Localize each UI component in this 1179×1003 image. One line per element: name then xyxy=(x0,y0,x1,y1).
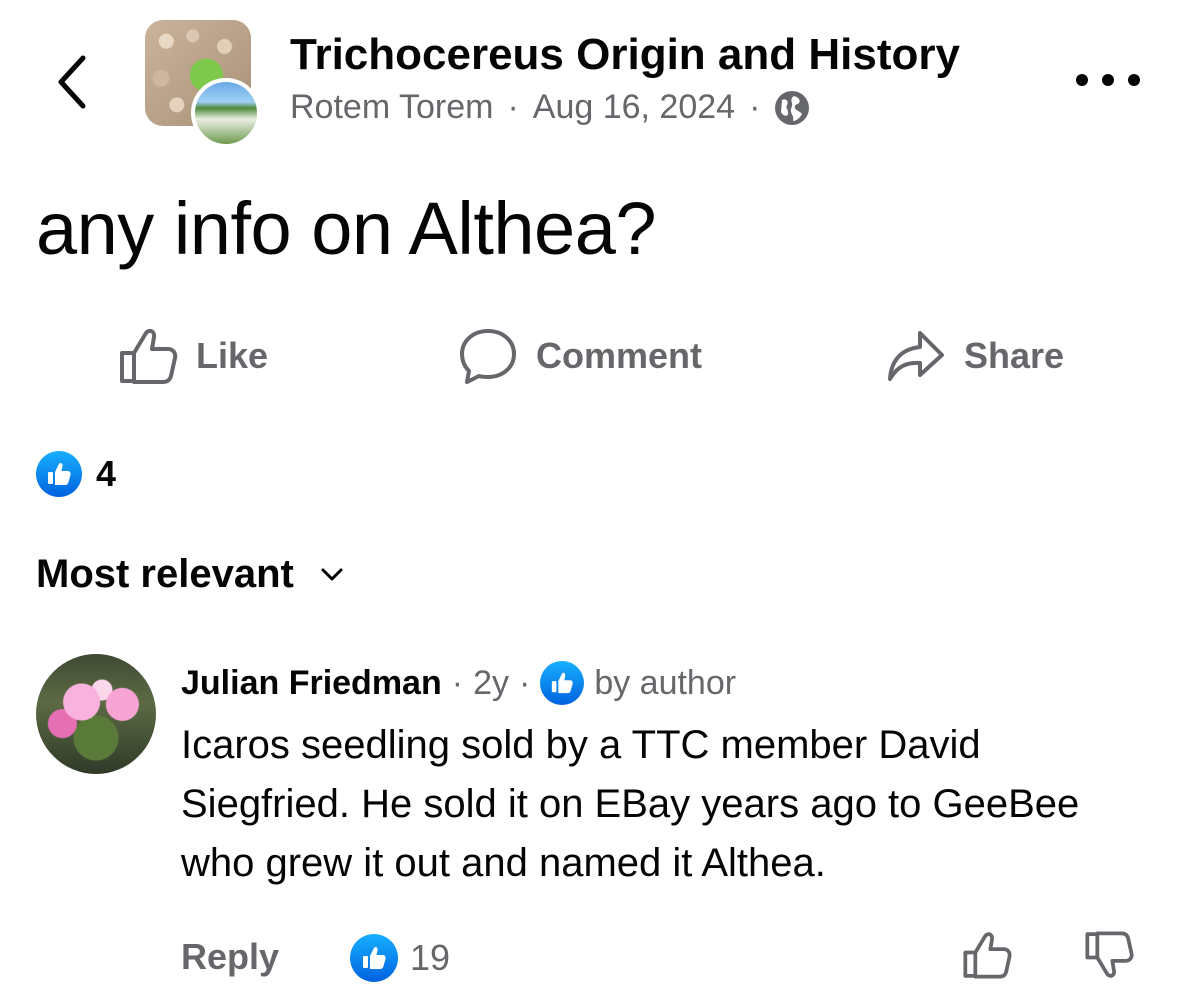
meta-separator: · xyxy=(507,88,519,126)
by-author-label: by author xyxy=(594,663,737,702)
post-author[interactable]: Rotem Torem xyxy=(290,88,493,127)
meta-separator: · xyxy=(749,88,761,126)
reaction-count: 4 xyxy=(96,453,117,494)
more-dot xyxy=(1076,74,1088,86)
post-meta: Rotem Torem · Aug 16, 2024 · xyxy=(290,88,810,127)
author-avatar[interactable] xyxy=(191,78,261,148)
comment-separator: · xyxy=(451,663,464,702)
share-arrow-icon xyxy=(888,331,944,381)
comment-header: Julian Friedman · 2y · by author xyxy=(181,661,736,705)
comment-time[interactable]: 2y xyxy=(473,664,509,703)
comment-dislike-button[interactable] xyxy=(1084,930,1134,985)
share-button[interactable]: Share xyxy=(886,326,1064,386)
share-label: Share xyxy=(964,335,1065,376)
more-options-button[interactable] xyxy=(1076,62,1140,98)
like-reaction-icon xyxy=(540,661,585,705)
thumbs-up-icon xyxy=(963,932,1012,979)
chevron-down-icon xyxy=(321,568,343,580)
chevron-left-icon xyxy=(58,55,86,109)
reply-button[interactable]: Reply xyxy=(181,936,279,978)
group-name[interactable]: Trichocereus Origin and History xyxy=(290,30,960,80)
like-reaction-icon xyxy=(350,934,398,982)
more-dot xyxy=(1102,74,1114,86)
commenter-avatar[interactable] xyxy=(36,654,156,774)
comment-sort-dropdown[interactable]: Most relevant xyxy=(36,552,344,597)
comment-author[interactable]: Julian Friedman xyxy=(181,664,442,703)
comment-bubble-icon xyxy=(460,329,516,384)
like-label: Like xyxy=(196,335,269,376)
like-reaction-icon xyxy=(36,451,82,497)
reaction-summary[interactable]: 4 xyxy=(36,451,116,497)
comment-reaction-summary[interactable]: 19 xyxy=(350,934,450,982)
back-button[interactable] xyxy=(50,50,94,114)
group-avatar[interactable] xyxy=(145,20,261,148)
sort-label: Most relevant xyxy=(36,552,294,596)
liked-by-author: by author xyxy=(540,661,736,705)
globe-icon xyxy=(775,90,810,125)
post-date[interactable]: Aug 16, 2024 xyxy=(533,88,735,127)
comment-text: Icaros seedling sold by a TTC member Dav… xyxy=(181,723,1080,885)
more-dot xyxy=(1128,74,1140,86)
like-button[interactable]: Like xyxy=(118,326,268,386)
comment-like-count: 19 xyxy=(410,937,451,978)
comment-label: Comment xyxy=(536,335,703,376)
comment-separator: · xyxy=(518,663,531,702)
thumbs-down-icon xyxy=(1085,931,1134,978)
comment-button[interactable]: Comment xyxy=(458,326,702,386)
thumbs-up-icon xyxy=(120,328,178,384)
post-text: any info on Althea? xyxy=(36,187,657,270)
comment-like-button[interactable] xyxy=(962,930,1012,985)
